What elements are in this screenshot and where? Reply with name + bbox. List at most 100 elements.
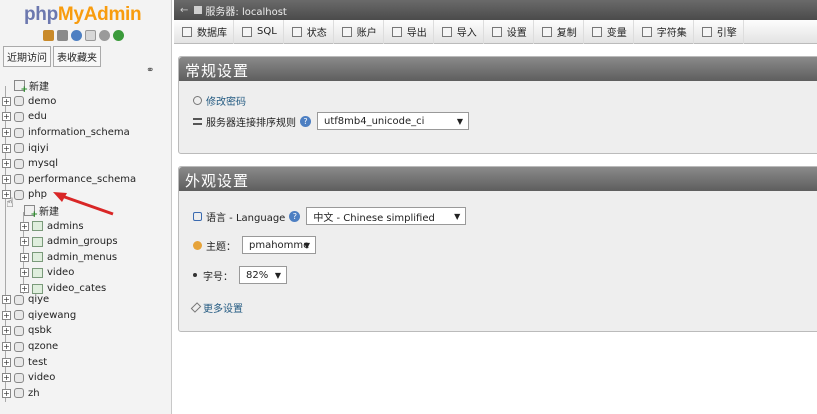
tree-node-label[interactable]: admin_groups: [47, 236, 118, 247]
breadcrumb-server[interactable]: 服务器: localhost: [205, 3, 286, 18]
tree-node-label[interactable]: information_schema: [28, 127, 130, 138]
toolbar-button[interactable]: 字符集: [634, 19, 694, 44]
bullet-icon: [193, 273, 197, 277]
tree-node-table[interactable]: + admins: [0, 218, 171, 234]
tab-recent[interactable]: 近期访问: [3, 46, 51, 67]
logout-icon[interactable]: [57, 30, 68, 41]
language-select[interactable]: 中文 - Chinese simplified ▼: [306, 207, 467, 225]
tree-node-label[interactable]: video: [47, 267, 74, 278]
tree-node-db[interactable]: + edu: [0, 109, 171, 125]
expand-icon[interactable]: +: [2, 326, 11, 336]
toolbar-icon: [391, 26, 402, 37]
expand-icon[interactable]: +: [2, 143, 11, 153]
toolbar-button[interactable]: 变量: [584, 19, 634, 44]
expand-icon[interactable]: +: [2, 310, 11, 320]
help-icon[interactable]: [71, 30, 82, 41]
table-icon: [32, 221, 43, 232]
tree-node-label[interactable]: admins: [47, 221, 84, 232]
help-icon[interactable]: ?: [289, 210, 301, 222]
language-row: 语言 - Language ? 中文 - Chinese simplified …: [193, 207, 467, 225]
tree-node-label[interactable]: qsbk: [28, 325, 52, 336]
tree-node-label[interactable]: admin_menus: [47, 252, 117, 263]
font-size-label: 字号：: [203, 271, 233, 283]
expand-icon[interactable]: +: [2, 159, 11, 169]
docs-icon[interactable]: [85, 30, 96, 41]
tree-node-db[interactable]: + zh: [0, 386, 171, 402]
expand-icon[interactable]: +: [20, 252, 29, 262]
settings-icon[interactable]: [99, 30, 110, 41]
tree-node-db[interactable]: + qzone: [0, 339, 171, 355]
tree-node-db[interactable]: + information_schema: [0, 125, 171, 141]
expand-icon[interactable]: +: [20, 268, 29, 278]
tree-node-db[interactable]: + qiye: [0, 292, 171, 308]
list-icon: [193, 117, 202, 125]
collapse-arrow-icon[interactable]: ←: [180, 5, 188, 16]
tree-node-db[interactable]: + qiyewang: [0, 308, 171, 324]
dropdown-caret-icon: ▼: [274, 270, 281, 280]
tree-node-table[interactable]: + admin_menus: [0, 250, 171, 266]
reload-icon[interactable]: [113, 30, 124, 41]
collation-select[interactable]: utf8mb4_unicode_ci ▼: [317, 112, 469, 130]
font-size-select[interactable]: 82% ▼: [239, 266, 287, 284]
tab-favorites[interactable]: 表收藏夹: [53, 46, 101, 67]
database-icon: [14, 96, 24, 107]
tree-node-label[interactable]: qiye: [28, 294, 49, 305]
toolbar-button[interactable]: 数据库: [174, 19, 234, 44]
toolbar-button[interactable]: 导出: [384, 19, 434, 44]
home-icon[interactable]: [43, 30, 54, 41]
toolbar-button[interactable]: 设置: [484, 19, 534, 44]
toolbar-button[interactable]: 导入: [434, 19, 484, 44]
tree-node-label[interactable]: test: [28, 357, 47, 368]
tree-node-db[interactable]: + demo: [0, 94, 171, 110]
expand-icon[interactable]: +: [20, 237, 29, 247]
phpmyadmin-logo[interactable]: phpMyAdmin: [24, 4, 142, 26]
change-password-link[interactable]: 修改密码: [206, 93, 246, 108]
tree-node-label[interactable]: performance_schema: [28, 174, 136, 185]
link-with-main-icon[interactable]: ⚭: [146, 65, 154, 76]
expand-icon[interactable]: +: [2, 373, 11, 383]
tree-node-label[interactable]: zh: [28, 388, 40, 399]
database-icon: [14, 372, 24, 383]
tree-node-label[interactable]: demo: [28, 96, 56, 107]
help-icon[interactable]: ?: [300, 115, 311, 127]
toolbar-button[interactable]: 账户: [334, 19, 384, 44]
expand-icon[interactable]: +: [2, 357, 11, 367]
tree-node-db[interactable]: + qsbk: [0, 323, 171, 339]
database-icon: [14, 127, 24, 138]
tree-node-new[interactable]: 新建: [0, 78, 171, 95]
toolbar-button[interactable]: SQL: [234, 19, 284, 44]
theme-select[interactable]: pmahomme ▼: [242, 236, 316, 254]
tree-node-label[interactable]: qiyewang: [28, 310, 76, 321]
tree-node-db[interactable]: + performance_schema: [0, 172, 171, 188]
toolbar-button[interactable]: 引擎: [694, 19, 744, 44]
tree-node-label[interactable]: 新建: [29, 78, 49, 93]
expand-icon[interactable]: +: [2, 295, 11, 305]
tree-node-table[interactable]: + video: [0, 265, 171, 281]
tree-node-label[interactable]: mysql: [28, 158, 58, 169]
toolbar-button[interactable]: 复制: [534, 19, 584, 44]
expand-icon[interactable]: +: [2, 112, 11, 122]
tree-node-table[interactable]: + admin_groups: [0, 234, 171, 250]
toolbar-icon: [541, 26, 552, 37]
expand-icon[interactable]: +: [20, 221, 29, 231]
tree-node-db[interactable]: + test: [0, 354, 171, 370]
tree-node-label[interactable]: qzone: [28, 341, 58, 352]
tree-node-label[interactable]: video: [28, 372, 55, 383]
tree-node-db[interactable]: + video: [0, 370, 171, 386]
tree-node-db[interactable]: + iqiyi: [0, 140, 171, 156]
font-size-row: 字号： 82% ▼: [193, 266, 287, 284]
tree-node-label[interactable]: iqiyi: [28, 143, 49, 154]
database-icon: [14, 294, 24, 305]
more-settings-link[interactable]: 更多设置: [203, 300, 243, 315]
expand-icon[interactable]: +: [2, 342, 11, 352]
expand-icon[interactable]: +: [2, 174, 11, 184]
expand-icon[interactable]: +: [2, 96, 11, 106]
toolbar-button[interactable]: 状态: [284, 19, 334, 44]
tree-node-label[interactable]: php: [28, 189, 47, 200]
expand-icon[interactable]: +: [2, 128, 11, 138]
hand-cursor-icon: ☝: [6, 196, 14, 211]
tree-node-label[interactable]: edu: [28, 111, 47, 122]
tree-node-db[interactable]: + mysql: [0, 156, 171, 172]
collation-label: 服务器连接排序规则: [206, 117, 296, 129]
expand-icon[interactable]: +: [2, 388, 11, 398]
